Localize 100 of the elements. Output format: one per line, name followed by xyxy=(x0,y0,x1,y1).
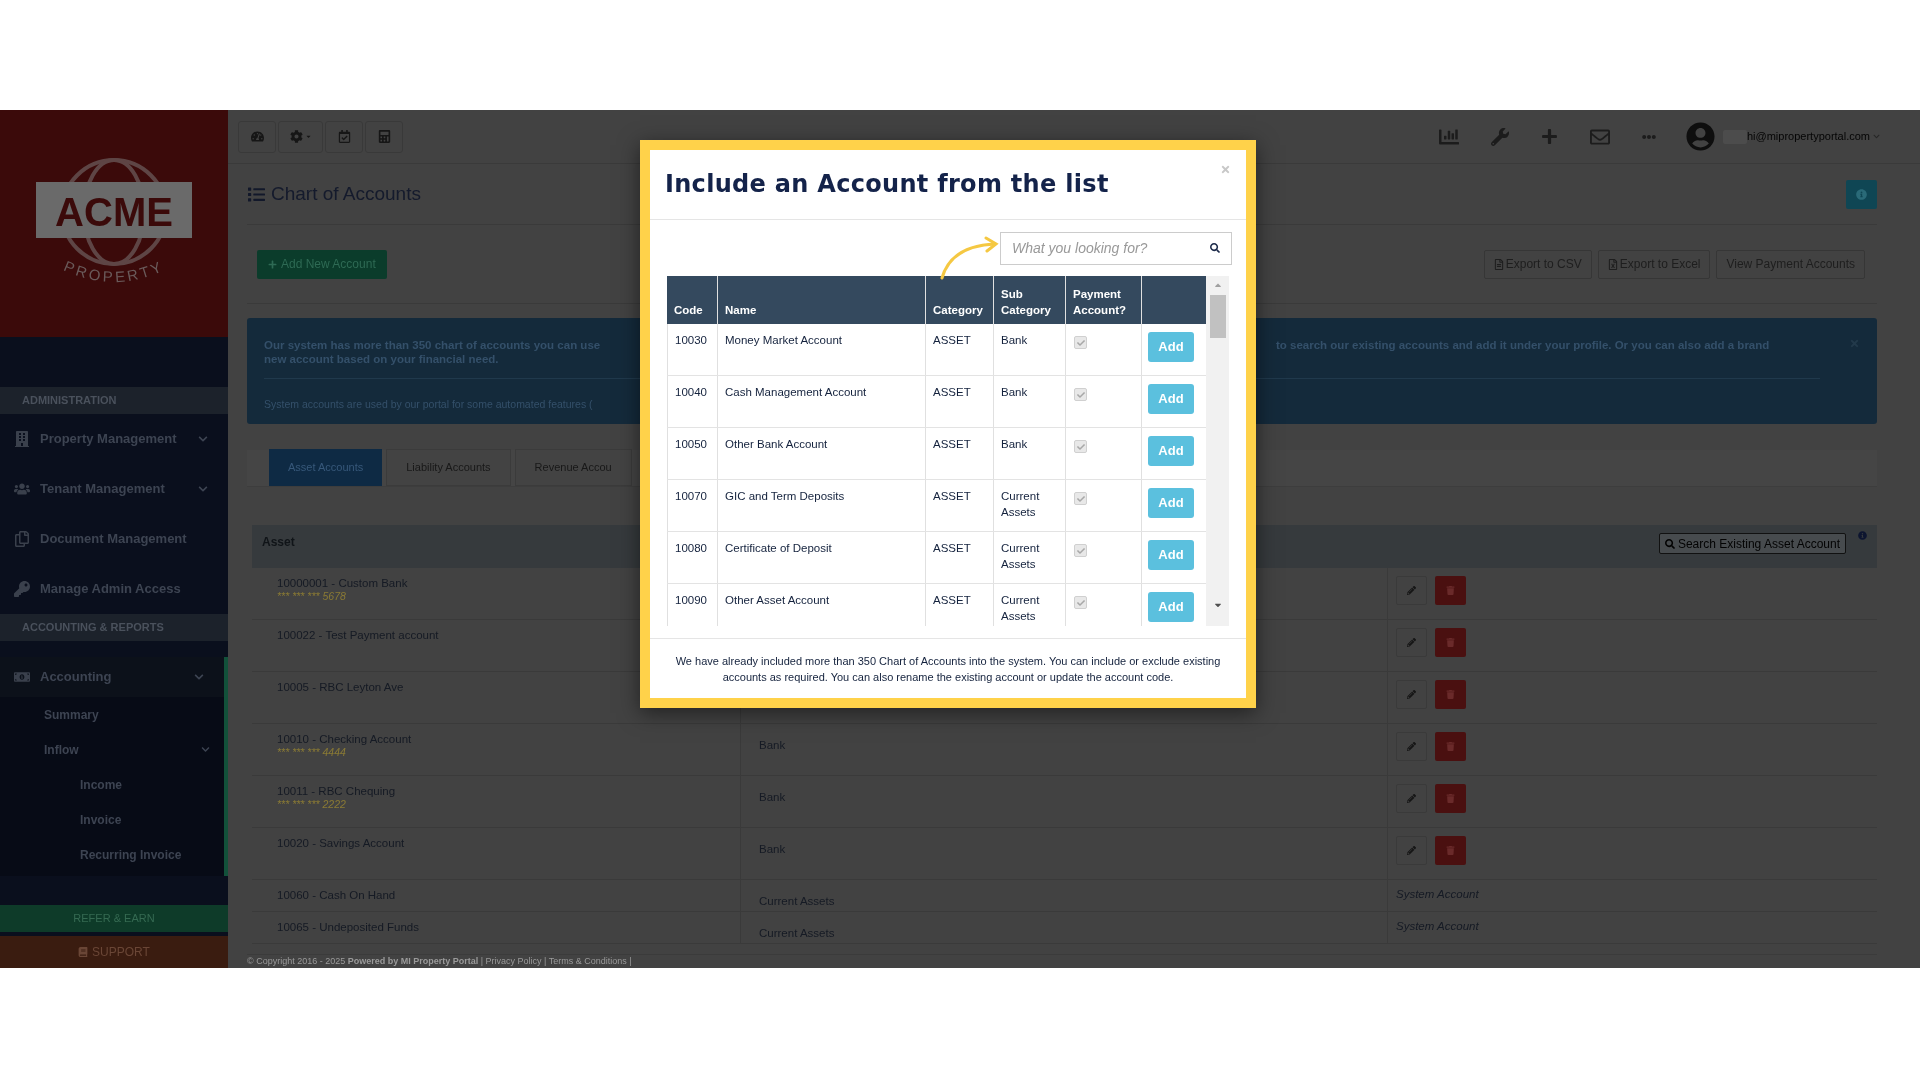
name-cell: Certificate of Deposit xyxy=(725,542,832,554)
sub-category-cell: Current Assets xyxy=(1001,542,1040,570)
dashboard-icon xyxy=(250,130,264,143)
code-cell: 10080 xyxy=(675,542,707,554)
user-email[interactable]: hi@mipropertyportal.com xyxy=(1746,128,1870,145)
book-icon xyxy=(78,947,89,957)
wrench-icon[interactable] xyxy=(1490,127,1509,146)
sub-category-cell: Bank xyxy=(1001,438,1028,450)
plus-icon xyxy=(268,259,277,269)
money-icon xyxy=(14,669,30,685)
list-icon xyxy=(248,185,265,203)
trash-icon xyxy=(1446,794,1455,803)
info-icon xyxy=(1856,188,1867,200)
modal-note: We have already included more than 350 Chart of Accounts into the system. You can include or exclude existing accounts as required. You can also rename the existing account or update the account code. xyxy=(674,654,1222,685)
search-existing-button[interactable]: Search Existing Asset Account xyxy=(1658,533,1846,554)
edit-button[interactable] xyxy=(1396,732,1427,761)
pencil-icon xyxy=(1407,846,1416,855)
trash-icon xyxy=(1446,742,1455,751)
column-header: Category xyxy=(933,303,983,318)
delete-button[interactable] xyxy=(1435,784,1466,813)
scrollbar[interactable] xyxy=(1206,276,1229,626)
chevron-icon xyxy=(198,434,208,444)
pencil-icon xyxy=(1407,690,1416,699)
search-input[interactable]: What you looking for? xyxy=(1012,237,1210,259)
calendar-icon xyxy=(337,130,351,143)
edit-button[interactable] xyxy=(1396,784,1427,813)
code-cell: 10030 xyxy=(675,334,707,346)
pencil-icon xyxy=(1407,586,1416,595)
masked-number: *** *** *** 2222 xyxy=(277,798,346,810)
category-cell: ASSET xyxy=(933,334,971,346)
toolbar-button[interactable] xyxy=(238,120,276,153)
add-button[interactable]: Add xyxy=(1148,384,1194,414)
sub-category-cell: Bank xyxy=(1001,334,1028,346)
search-field[interactable]: What you looking for? xyxy=(1000,231,1232,265)
spreadsheet-icon xyxy=(1607,258,1618,270)
sub-category-cell: Current Assets xyxy=(1001,490,1040,518)
plus-icon[interactable] xyxy=(1540,128,1558,145)
edit-button[interactable] xyxy=(1396,836,1427,865)
toolbar-button[interactable] xyxy=(325,120,363,153)
chevron-icon xyxy=(198,484,208,494)
category-cell: ASSET xyxy=(933,594,971,606)
name-cell: GIC and Term Deposits xyxy=(725,490,845,502)
trash-icon xyxy=(1446,690,1455,699)
documents-icon xyxy=(14,531,30,547)
code-cell: 10040 xyxy=(675,386,707,398)
add-button[interactable]: Add xyxy=(1148,332,1194,362)
pencil-icon xyxy=(1407,638,1416,647)
masked-number: *** *** *** 5678 xyxy=(277,590,346,602)
column-header: Name xyxy=(725,303,757,318)
submenu-item[interactable]: Summary xyxy=(0,697,224,732)
column-header: Code xyxy=(674,303,703,318)
delete-button[interactable] xyxy=(1435,576,1466,605)
submenu-item[interactable]: Invoice xyxy=(0,802,224,837)
close-icon[interactable] xyxy=(1220,164,1231,175)
category-cell: ASSET xyxy=(933,490,971,502)
pencil-icon xyxy=(1407,742,1416,751)
add-button[interactable]: Add xyxy=(1148,488,1194,518)
avatar-icon[interactable] xyxy=(1685,122,1715,151)
submenu-item[interactable]: Recurring Invoice xyxy=(0,837,224,872)
delete-button[interactable] xyxy=(1435,628,1466,657)
users-icon xyxy=(14,481,30,497)
caret-icon xyxy=(304,133,312,140)
add-button[interactable]: Add xyxy=(1148,592,1194,622)
pencil-icon xyxy=(1407,794,1416,803)
chevron-icon xyxy=(201,745,210,754)
toolbar-button[interactable] xyxy=(278,120,323,153)
code-cell: 10050 xyxy=(675,438,707,450)
delete-button[interactable] xyxy=(1435,836,1466,865)
calculator-icon xyxy=(377,130,391,143)
category-cell: ASSET xyxy=(933,542,971,554)
category-cell: ASSET xyxy=(933,386,971,398)
info-icon[interactable] xyxy=(1858,531,1867,540)
toolbar-button[interactable] xyxy=(365,120,403,153)
chevron-icon xyxy=(194,672,204,682)
edit-button[interactable] xyxy=(1396,628,1427,657)
key-icon xyxy=(14,581,30,597)
scrollbar-thumb[interactable] xyxy=(1209,295,1226,338)
add-button[interactable]: Add xyxy=(1148,436,1194,466)
search-icon xyxy=(1664,538,1675,549)
add-button[interactable]: Add xyxy=(1148,540,1194,570)
delete-button[interactable] xyxy=(1435,680,1466,709)
chevron-icon xyxy=(1873,133,1880,140)
code-cell: 10090 xyxy=(675,594,707,606)
name-cell: Other Bank Account xyxy=(725,438,828,450)
submenu-item[interactable]: Inflow xyxy=(0,732,224,767)
column-header: Sub Category xyxy=(1001,287,1052,318)
edit-button[interactable] xyxy=(1396,576,1427,605)
category-cell: ASSET xyxy=(933,438,971,450)
info-button[interactable] xyxy=(1846,179,1877,209)
name-cell: Money Market Account xyxy=(725,334,842,346)
file-icon xyxy=(1493,258,1504,270)
name-cell: Cash Management Account xyxy=(725,386,867,398)
column-header: Payment Account? xyxy=(1073,287,1128,318)
trash-icon xyxy=(1446,586,1455,595)
submenu-item[interactable]: Income xyxy=(0,767,224,802)
edit-button[interactable] xyxy=(1396,680,1427,709)
building-icon xyxy=(14,431,30,447)
trash-icon xyxy=(1446,638,1455,647)
delete-button[interactable] xyxy=(1435,732,1466,761)
masked-number: *** *** *** 4444 xyxy=(277,746,346,758)
